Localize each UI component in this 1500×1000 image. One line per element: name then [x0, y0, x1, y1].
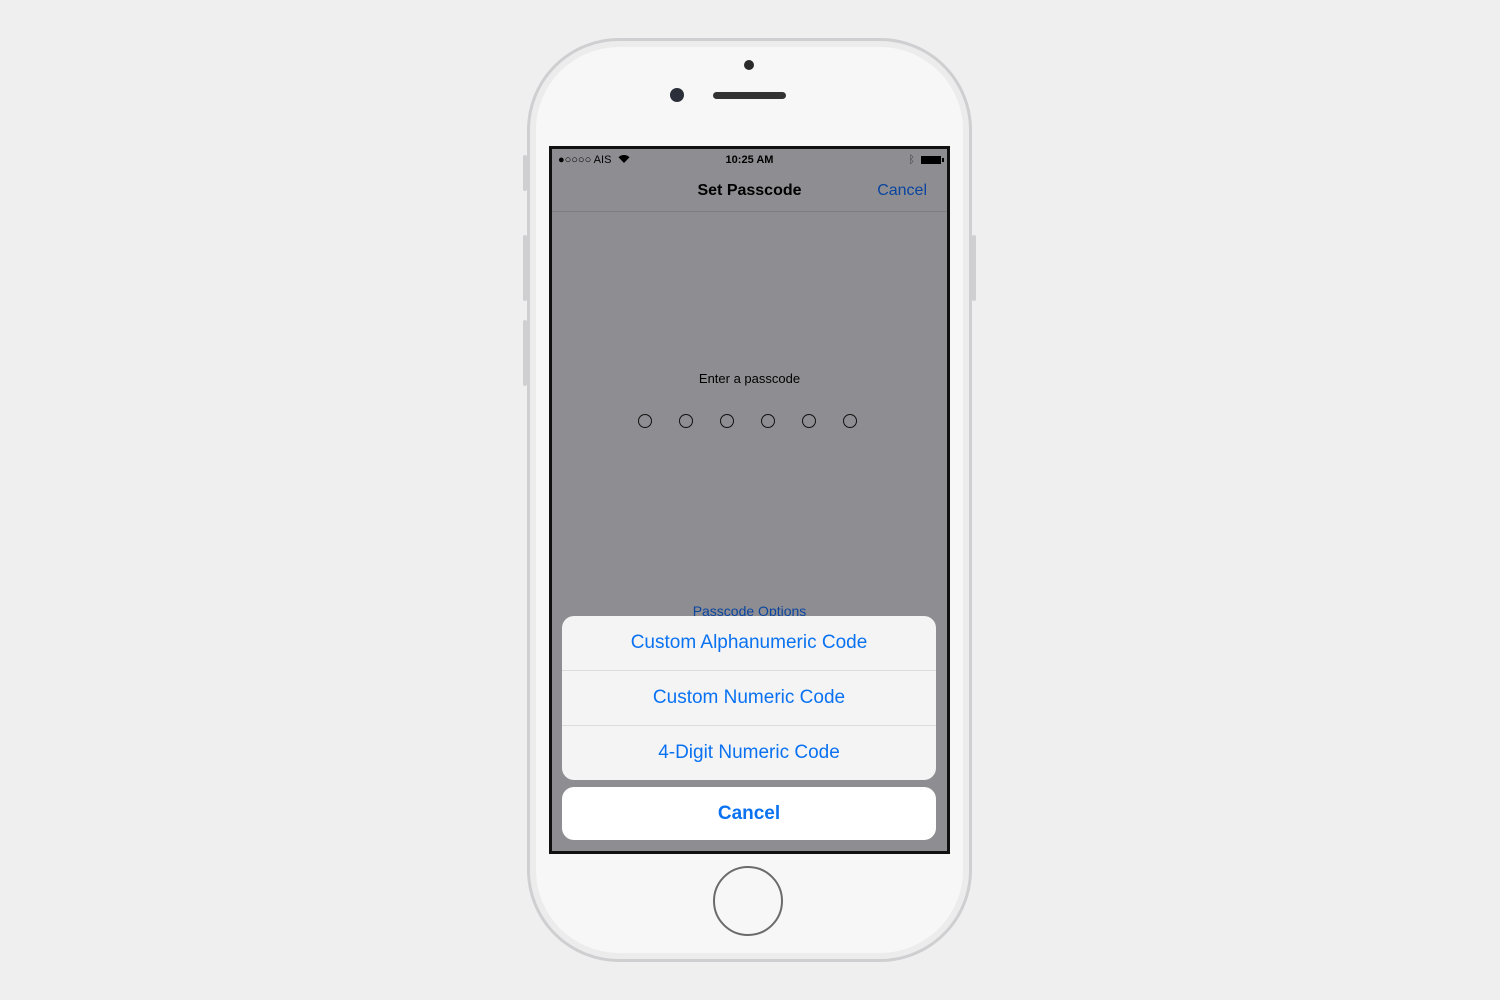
passcode-dot	[761, 414, 775, 428]
navigation-bar: Set Passcode Cancel	[552, 171, 947, 212]
mute-switch	[523, 155, 527, 191]
passcode-dots	[638, 414, 861, 428]
action-sheet: Custom Alphanumeric Code Custom Numeric …	[562, 616, 936, 780]
power-button	[972, 235, 976, 301]
option-4-digit-numeric[interactable]: 4-Digit Numeric Code	[562, 725, 936, 780]
passcode-prompt: Enter a passcode	[698, 371, 801, 386]
sheet-cancel-button[interactable]: Cancel	[562, 787, 936, 840]
passcode-dot	[843, 414, 857, 428]
home-button[interactable]	[713, 866, 783, 936]
passcode-dot	[802, 414, 816, 428]
volume-up-button	[523, 235, 527, 301]
bluetooth-icon: ᛒ	[908, 154, 915, 166]
passcode-dot	[638, 414, 652, 428]
passcode-dot	[679, 414, 693, 428]
earpiece-speaker	[713, 92, 786, 99]
option-custom-numeric[interactable]: Custom Numeric Code	[562, 670, 936, 725]
front-camera	[670, 88, 684, 102]
option-custom-alphanumeric[interactable]: Custom Alphanumeric Code	[562, 616, 936, 670]
nav-cancel-button[interactable]: Cancel	[877, 182, 927, 200]
battery-icon	[921, 156, 944, 164]
status-bar: ●○○○○ AIS 10:25 AM ᛒ	[552, 149, 947, 171]
passcode-dot	[720, 414, 734, 428]
clock: 10:25 AM	[725, 154, 774, 166]
proximity-sensor	[744, 60, 754, 70]
volume-down-button	[523, 320, 527, 386]
screen: ●○○○○ AIS 10:25 AM ᛒ Set Passcode Cancel…	[549, 146, 950, 854]
